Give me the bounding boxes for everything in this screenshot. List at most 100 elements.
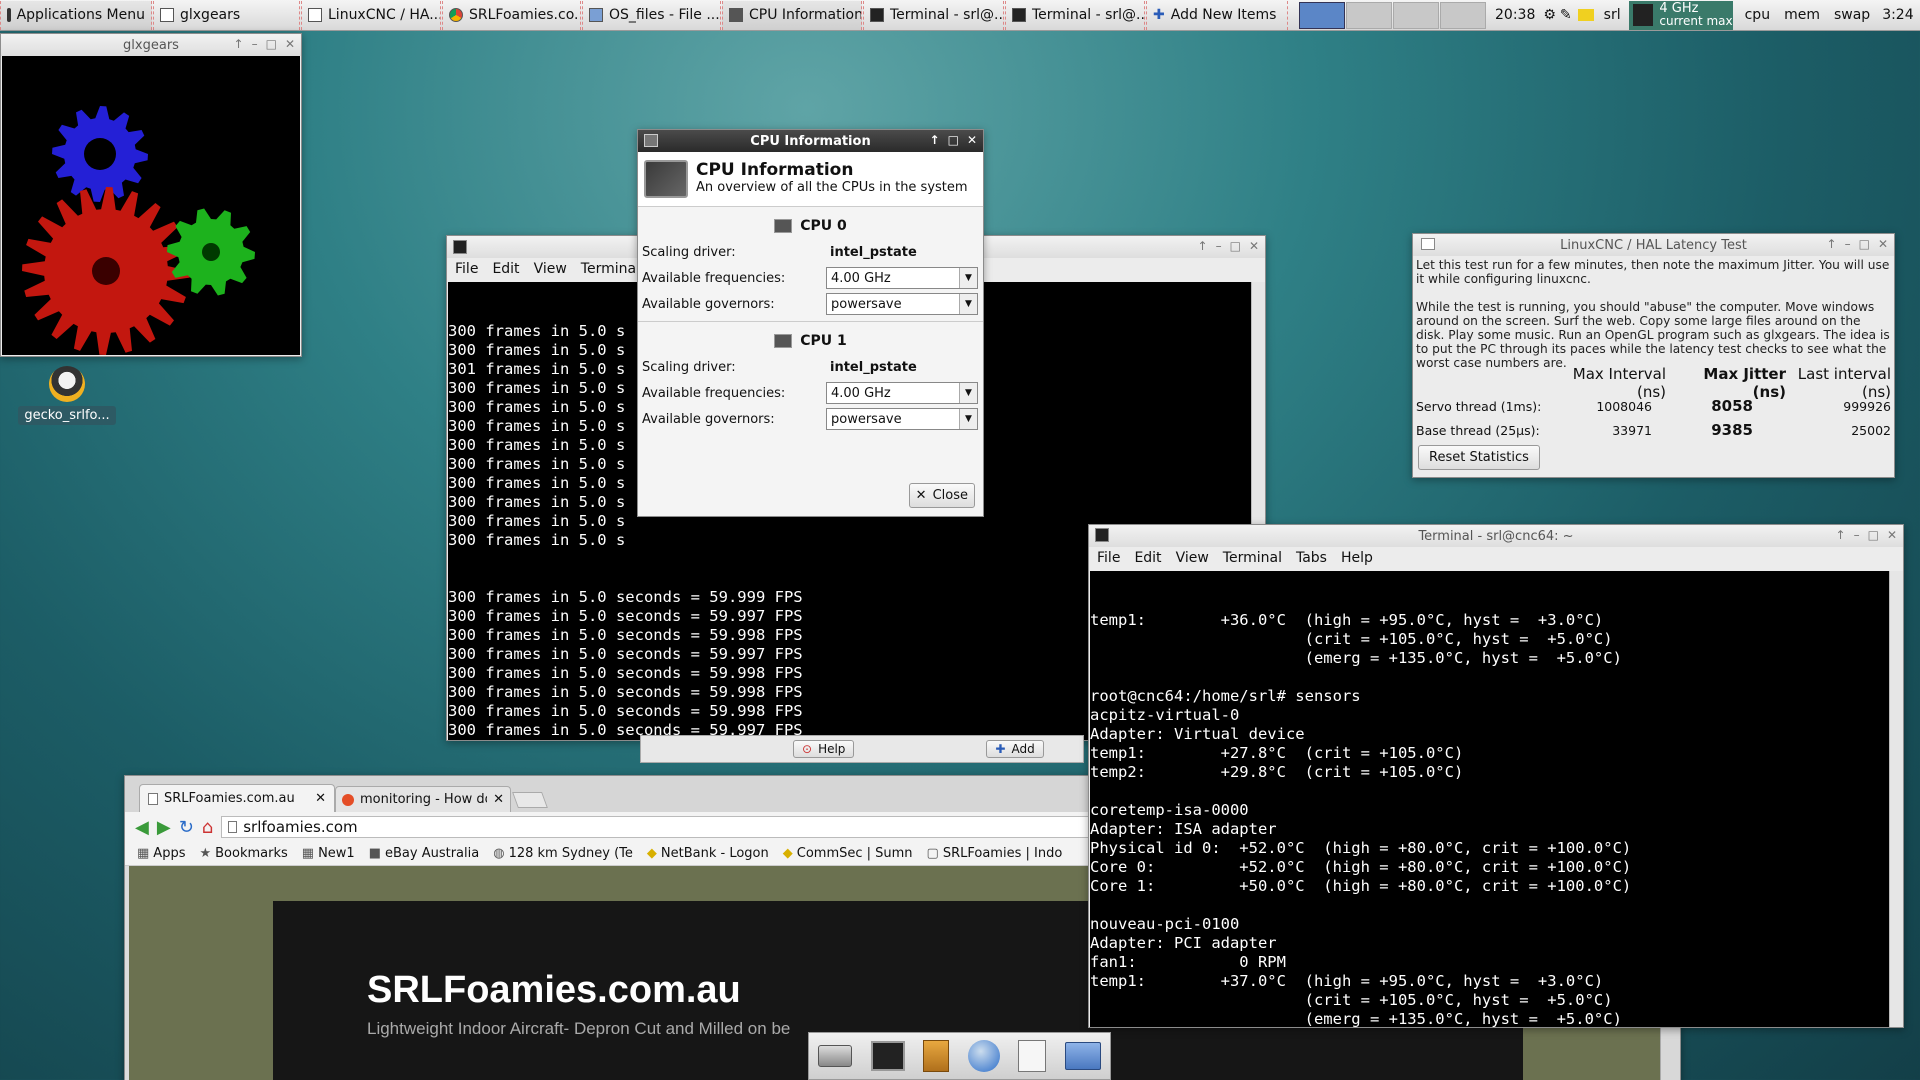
tab-srlfoamies[interactable]: SRLFoamies.com.au ✕ bbox=[139, 784, 335, 812]
glxgears-window[interactable]: glxgears ↑ – □ ✕ bbox=[0, 33, 302, 357]
window-icon bbox=[308, 8, 322, 22]
terminal-line: Adapter: Virtual device bbox=[1090, 725, 1305, 743]
search-icon[interactable] bbox=[1018, 1040, 1047, 1072]
sensors-output-lines: temp1: +36.0°C (high = +95.0°C, hyst = +… bbox=[1090, 611, 1890, 1027]
minimize-icon[interactable]: – bbox=[1845, 237, 1851, 251]
workspace-2[interactable] bbox=[1346, 1, 1392, 29]
close-icon[interactable]: ✕ bbox=[1249, 239, 1259, 253]
panel-clock-2[interactable]: 3:24 bbox=[1882, 7, 1913, 23]
tab-monitoring[interactable]: monitoring - How do I ✕ bbox=[335, 786, 511, 812]
menu-terminal[interactable]: Terminal bbox=[1223, 550, 1282, 566]
menu-edit[interactable]: Edit bbox=[1134, 550, 1161, 566]
notes-icon[interactable] bbox=[1577, 9, 1594, 21]
pin-icon[interactable]: ↑ bbox=[1827, 237, 1837, 251]
menu-terminal[interactable]: Terminal bbox=[581, 261, 640, 277]
workspace-1[interactable] bbox=[1299, 1, 1345, 29]
user-name[interactable]: srl bbox=[1604, 7, 1621, 23]
help-button[interactable]: ⊙ Help bbox=[793, 740, 855, 758]
minimize-icon[interactable]: – bbox=[1216, 239, 1222, 253]
menu-tabs[interactable]: Tabs bbox=[1296, 550, 1327, 566]
task-terminal-1[interactable]: Terminal - srl@... bbox=[863, 0, 1004, 30]
terminal-icon[interactable] bbox=[870, 1041, 905, 1071]
terminal-scrollbar[interactable] bbox=[1889, 571, 1903, 1027]
workspace-3[interactable] bbox=[1393, 1, 1439, 29]
reset-statistics-button[interactable]: Reset Statistics bbox=[1418, 445, 1540, 470]
minimize-icon[interactable]: – bbox=[252, 37, 258, 51]
cpu-information-dialog[interactable]: CPU Information ↑ □ ✕ CPU Information An o… bbox=[637, 129, 984, 517]
bookmark-item[interactable]: ▢ SRLFoamies | Indo bbox=[927, 846, 1063, 861]
latency-test-window[interactable]: LinuxCNC / HAL Latency Test ↑ – □ ✕ Let thi… bbox=[1412, 233, 1895, 478]
terminal-output[interactable]: temp1: +36.0°C (high = +95.0°C, hyst = +… bbox=[1090, 571, 1890, 1027]
add-button[interactable]: ✚ Add bbox=[986, 740, 1044, 758]
site-title[interactable]: SRLFoamies.com.au bbox=[367, 969, 741, 1012]
latency-instructions-2: While the test is running, you should "a… bbox=[1416, 300, 1890, 370]
bookmark-item[interactable]: ▦ Apps bbox=[137, 846, 185, 861]
folder-icon[interactable] bbox=[1064, 1042, 1101, 1070]
terminal-sensors-window[interactable]: Terminal - srl@cnc64: ~ ↑ – □ ✕ File Edit V… bbox=[1088, 524, 1904, 1028]
task-add-new-items[interactable]: ✚ Add New Items bbox=[1146, 0, 1288, 30]
workspace-4[interactable] bbox=[1440, 1, 1486, 29]
minimize-icon[interactable]: – bbox=[1854, 528, 1860, 542]
archive-icon[interactable] bbox=[923, 1040, 950, 1072]
bookmark-item[interactable]: ◆ CommSec | Sumn bbox=[783, 846, 913, 861]
dialog-subheading: An overview of all the CPUs in the syste… bbox=[696, 180, 968, 195]
cpufreq-plugin[interactable]: 4 GHz current max bbox=[1628, 0, 1733, 30]
frequency-select[interactable]: 4.00 GHz ▼ bbox=[826, 382, 978, 404]
tab-close-icon[interactable]: ✕ bbox=[315, 791, 326, 806]
back-icon[interactable]: ◀ bbox=[135, 817, 149, 838]
forward-icon[interactable]: ▶ bbox=[157, 817, 171, 838]
menu-file[interactable]: File bbox=[455, 261, 478, 277]
network-icon[interactable]: ⚙ bbox=[1543, 7, 1556, 23]
bookmark-item[interactable]: ▦ New1 bbox=[302, 846, 355, 861]
pin-icon[interactable]: ↑ bbox=[1836, 528, 1846, 542]
maximize-icon[interactable]: □ bbox=[948, 133, 959, 147]
close-icon[interactable]: ✕ bbox=[967, 133, 977, 147]
tab-close-icon[interactable]: ✕ bbox=[493, 792, 504, 807]
bookmark-item[interactable]: ★ Bookmarks bbox=[199, 846, 287, 861]
task-glxgears[interactable]: glxgears bbox=[153, 0, 300, 30]
pin-icon[interactable]: ↑ bbox=[930, 133, 940, 147]
bookmark-item[interactable]: ◍ 128 km Sydney (Te bbox=[493, 846, 633, 861]
pin-icon[interactable]: ↑ bbox=[1198, 239, 1208, 253]
bookmark-item[interactable]: ■ eBay Australia bbox=[369, 846, 480, 861]
mem-monitor-label[interactable]: mem bbox=[1784, 7, 1820, 23]
reload-icon[interactable]: ↻ bbox=[179, 817, 194, 838]
task-cpu-information[interactable]: CPU Information bbox=[722, 0, 862, 30]
drive-icon[interactable] bbox=[818, 1045, 853, 1067]
maximize-icon[interactable]: □ bbox=[1230, 239, 1241, 253]
glxgears-titlebar[interactable]: glxgears ↑ – □ ✕ bbox=[1, 34, 301, 56]
maximize-icon[interactable]: □ bbox=[1859, 237, 1870, 251]
swap-monitor-label[interactable]: swap bbox=[1834, 7, 1870, 23]
menu-file[interactable]: File bbox=[1097, 550, 1120, 566]
governor-select[interactable]: powersave ▼ bbox=[826, 408, 978, 430]
latency-titlebar[interactable]: LinuxCNC / HAL Latency Test ↑ – □ ✕ bbox=[1413, 234, 1894, 256]
menu-edit[interactable]: Edit bbox=[492, 261, 519, 277]
close-icon[interactable]: ✕ bbox=[1878, 237, 1888, 251]
usb-icon[interactable]: ✎ bbox=[1560, 7, 1572, 23]
desktop-icon-gecko[interactable]: gecko_srlfo... bbox=[18, 366, 116, 425]
bookmark-item[interactable]: ◆ NetBank - Logon bbox=[647, 846, 769, 861]
cpu-monitor-label[interactable]: cpu bbox=[1745, 7, 1770, 23]
close-icon[interactable]: ✕ bbox=[1887, 528, 1897, 542]
new-tab-button[interactable] bbox=[512, 792, 548, 808]
dialog-titlebar[interactable]: CPU Information ↑ □ ✕ bbox=[638, 130, 983, 152]
maximize-icon[interactable]: □ bbox=[266, 37, 277, 51]
maximize-icon[interactable]: □ bbox=[1868, 528, 1879, 542]
terminal-titlebar[interactable]: Terminal - srl@cnc64: ~ ↑ – □ ✕ bbox=[1089, 525, 1903, 547]
close-button[interactable]: ✕ Close bbox=[908, 483, 975, 508]
menu-view[interactable]: View bbox=[534, 261, 567, 277]
web-browser-icon[interactable] bbox=[967, 1040, 1000, 1072]
clock[interactable]: 20:38 bbox=[1495, 7, 1535, 23]
task-srlfoamies[interactable]: SRLFoamies.co... bbox=[442, 0, 581, 30]
task-linuxcnc[interactable]: LinuxCNC / HA... bbox=[301, 0, 441, 30]
governor-select[interactable]: powersave ▼ bbox=[826, 293, 978, 315]
frequency-select[interactable]: 4.00 GHz ▼ bbox=[826, 267, 978, 289]
menu-help[interactable]: Help bbox=[1341, 550, 1373, 566]
task-os-files[interactable]: OS_files - File ... bbox=[582, 0, 721, 30]
home-icon[interactable]: ⌂ bbox=[202, 817, 213, 838]
close-icon[interactable]: ✕ bbox=[285, 37, 295, 51]
task-terminal-2[interactable]: Terminal - srl@... bbox=[1005, 0, 1145, 30]
pin-icon[interactable]: ↑ bbox=[234, 37, 244, 51]
applications-menu-button[interactable]: Applications Menu bbox=[0, 0, 152, 30]
menu-view[interactable]: View bbox=[1176, 550, 1209, 566]
